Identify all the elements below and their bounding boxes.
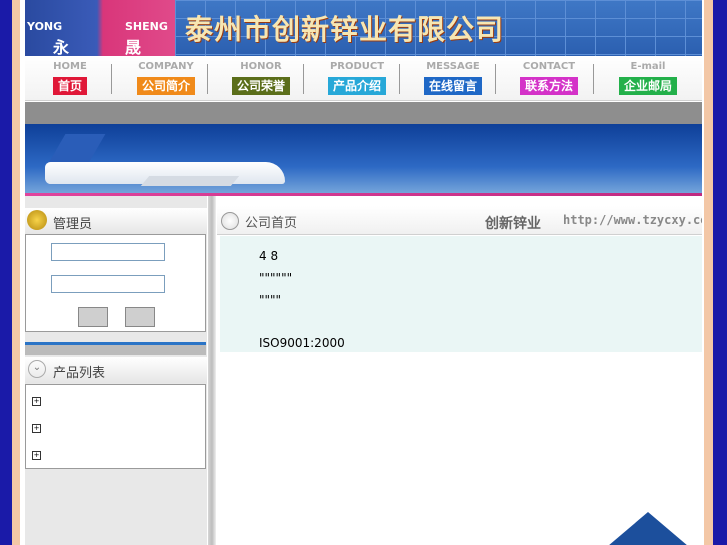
nav-honor-label[interactable]: 公司荣誉 — [231, 77, 290, 95]
admin-header: 管理员 — [25, 208, 207, 234]
products-header: ⌄ 产品列表 — [25, 357, 207, 383]
nav-separator — [207, 64, 208, 94]
nav-honor-en: HONOR — [240, 61, 282, 72]
nav-product-en: PRODUCT — [329, 61, 385, 72]
list-item[interactable]: + — [32, 448, 44, 461]
main-content: 公司首页 创新锌业 http://www.tzycxy.com 4 8 """"… — [217, 196, 702, 545]
nav-separator — [495, 64, 496, 94]
logo-left-cn: 永 — [53, 38, 70, 57]
left-border — [0, 0, 12, 545]
nav-separator — [303, 64, 304, 94]
nav-company[interactable]: COMPANY 公司简介 — [121, 60, 211, 98]
nav-contact-en: CONTACT — [522, 61, 576, 72]
main-nav: HOME 首页 COMPANY 公司简介 HONOR 公司荣誉 PRODUCT … — [25, 56, 702, 101]
gray-band — [25, 102, 702, 124]
globe-icon — [221, 212, 239, 230]
column-divider — [208, 196, 216, 545]
intro-line: """""" — [259, 271, 293, 285]
main-header: 公司首页 创新锌业 http://www.tzycxy.com — [217, 206, 702, 235]
list-item[interactable]: + — [32, 394, 44, 407]
reset-button[interactable] — [125, 307, 155, 327]
nav-company-label[interactable]: 公司简介 — [136, 77, 195, 95]
login-box — [25, 234, 206, 332]
section-title: 公司首页 — [245, 216, 298, 231]
nav-separator — [593, 64, 594, 94]
intro-line: 4 8 — [259, 249, 279, 263]
nav-contact-label[interactable]: 联系方法 — [519, 77, 578, 95]
intro-line: """" — [259, 293, 282, 307]
plus-icon: + — [32, 450, 41, 460]
company-logo: YONG SHENG 永 晟 — [25, 0, 175, 57]
nav-separator — [111, 64, 112, 94]
banner-airplane-image — [25, 124, 702, 195]
sidebar: 管理员 ⌄ 产品列表 + + + — [25, 196, 207, 545]
brand-name: 创新锌业 — [485, 216, 541, 232]
logo-right-en: SHENG — [125, 20, 168, 33]
company-title: 泰州市创新锌业有限公司 — [185, 13, 505, 46]
username-input[interactable] — [51, 243, 165, 261]
password-input[interactable] — [51, 275, 165, 293]
intro-text-panel: 4 8 """""" """" ISO9001:2000 — [220, 236, 702, 352]
nav-home-en: HOME — [53, 61, 87, 72]
right-border-accent — [704, 0, 713, 545]
product-list: + + + — [25, 384, 206, 469]
header-banner: YONG SHENG 永 晟 泰州市创新锌业有限公司 — [25, 0, 702, 57]
nav-message[interactable]: MESSAGE 在线留言 — [408, 60, 498, 98]
nav-home-label[interactable]: 首页 — [52, 77, 87, 95]
nav-email-label[interactable]: 企业邮局 — [618, 77, 677, 95]
products-title: 产品列表 — [53, 366, 106, 381]
nav-message-label[interactable]: 在线留言 — [423, 77, 482, 95]
logo-right-cn: 晟 — [125, 38, 142, 57]
admin-icon — [27, 210, 47, 230]
site-url[interactable]: http://www.tzycxy.com — [563, 213, 702, 227]
nav-home[interactable]: HOME 首页 — [25, 60, 115, 98]
page: YONG SHENG 永 晟 泰州市创新锌业有限公司 HOME 首页 COMPA… — [25, 0, 702, 545]
nav-contact[interactable]: CONTACT 联系方法 — [504, 60, 594, 98]
admin-title: 管理员 — [53, 217, 93, 232]
nav-product-label[interactable]: 产品介绍 — [327, 77, 386, 95]
login-button[interactable] — [78, 307, 108, 327]
logo-left-en: YONG — [27, 20, 63, 33]
nav-message-en: MESSAGE — [426, 61, 480, 72]
nav-email[interactable]: E-mail 企业邮局 — [603, 60, 693, 98]
decorative-corner — [608, 512, 688, 545]
nav-company-en: COMPANY — [138, 61, 194, 72]
nav-separator — [399, 64, 400, 94]
intro-line: ISO9001:2000 — [259, 336, 345, 350]
plus-icon: + — [32, 423, 41, 433]
nav-honor[interactable]: HONOR 公司荣誉 — [216, 60, 306, 98]
nav-product[interactable]: PRODUCT 产品介绍 — [312, 60, 402, 98]
list-item[interactable]: + — [32, 421, 44, 434]
sidebar-gray-strip — [25, 345, 206, 355]
plus-icon: + — [32, 396, 41, 406]
nav-email-en: E-mail — [630, 61, 666, 72]
left-border-accent — [12, 0, 20, 545]
plane-wing — [140, 176, 240, 186]
chevron-down-icon: ⌄ — [28, 360, 46, 378]
